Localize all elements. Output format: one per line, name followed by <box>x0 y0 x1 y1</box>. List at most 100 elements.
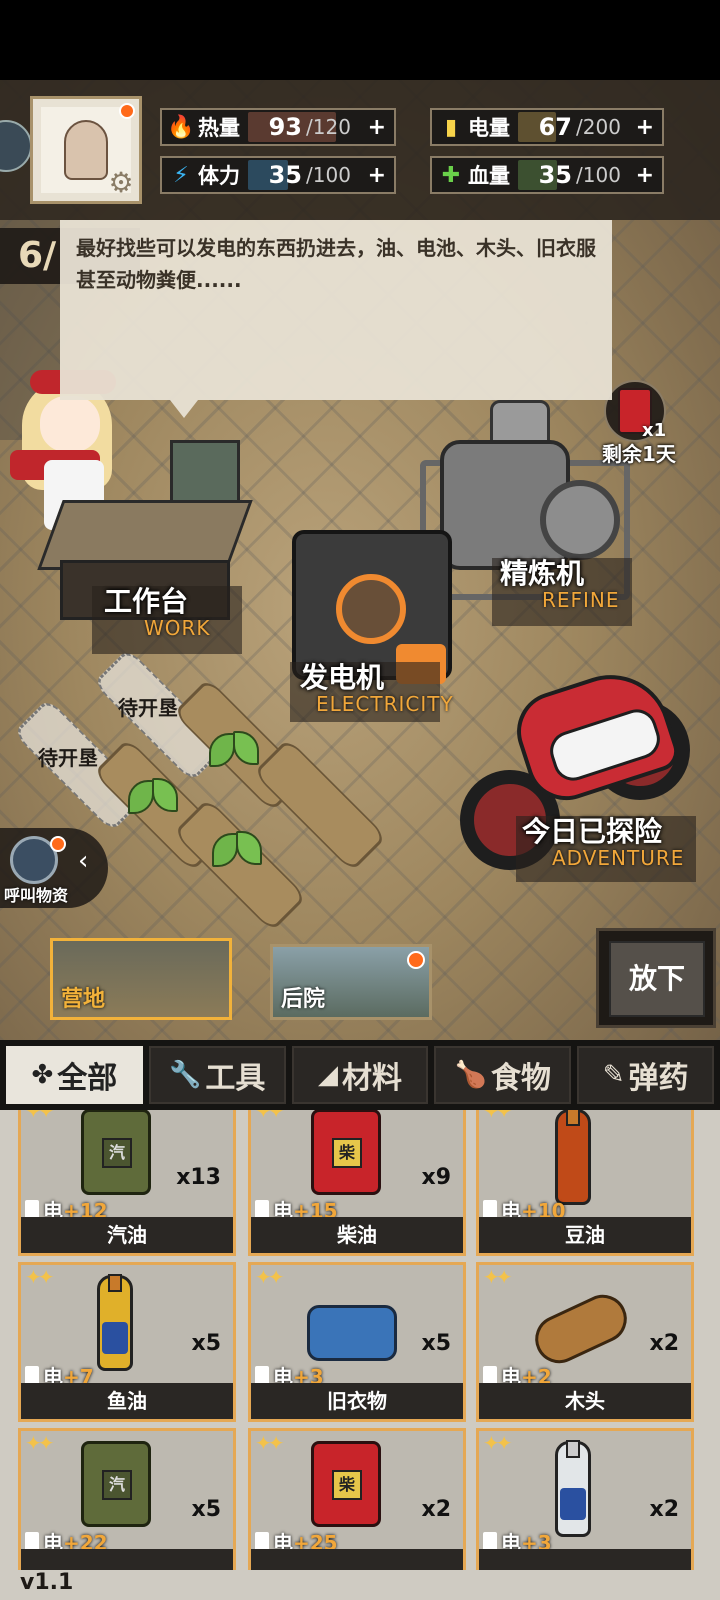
can-label: 柴 <box>332 1470 362 1500</box>
green-jerrycan-icon: 汽 <box>81 1110 151 1195</box>
area-tab-backyard[interactable]: 后院 <box>270 944 432 1020</box>
can-label: 汽 <box>102 1470 132 1500</box>
adventure-label[interactable]: 今日已探险 ADVENTURE <box>522 810 684 870</box>
generator-title: 发电机 <box>300 661 385 694</box>
area-tab-label: 营地 <box>61 987 106 1012</box>
rarity-icon: ✦✦ <box>25 1431 54 1455</box>
rarity-icon: ✦✦ <box>25 1110 54 1123</box>
inventory-item[interactable]: ✦✦ x2 电+3 <box>476 1428 694 1570</box>
rarity-icon: ✦✦ <box>483 1265 512 1289</box>
old-clothes-icon <box>307 1305 397 1361</box>
stamina-stat: ⚡ 体力 35 /100 + <box>160 156 396 194</box>
generator-fan-icon <box>336 574 406 644</box>
area-tab-camp[interactable]: 营地 <box>50 938 232 1020</box>
status-hud: ⚙ 🔥 热量 93 /120 + ▮ 电量 67 /200 + ⚡ 体力 35 … <box>0 80 720 220</box>
tab-tools[interactable]: 🔧 工具 <box>148 1046 286 1104</box>
dialog-tail <box>170 400 198 418</box>
oil-bottle-icon <box>555 1110 591 1205</box>
can-label: 汽 <box>102 1138 132 1168</box>
flame-icon: 🔥 <box>167 114 195 140</box>
item-name: 旧衣物 <box>251 1383 463 1419</box>
locked-plot-label: 待开垦 <box>118 696 178 720</box>
tab-label: 工具 <box>205 1061 266 1096</box>
footer: v1.1 <box>0 1570 720 1600</box>
chat-icon[interactable] <box>0 120 32 172</box>
inventory-item[interactable]: ✦✦ x5 电+7 鱼油 <box>18 1262 236 1422</box>
workbench-label[interactable]: 工作台 WORK <box>104 580 211 640</box>
tab-label: 材料 <box>341 1061 402 1096</box>
inventory-item[interactable]: ✦✦ x5 电+3 旧衣物 <box>248 1262 466 1422</box>
hint-dialog[interactable]: 最好找些可以发电的东西扔进去，油、电池、木头、旧衣服甚至动物粪便...... <box>60 220 612 400</box>
refiner-label[interactable]: 精炼机 REFINE <box>500 552 620 612</box>
inventory-item[interactable]: ✦✦ 柴 x2 电+25 <box>248 1428 466 1570</box>
fish-oil-bottle-icon <box>97 1274 133 1371</box>
put-down-button[interactable]: 放下 <box>596 928 716 1028</box>
version-label: v1.1 <box>20 1570 74 1595</box>
chevron-left-icon: ‹ <box>78 846 89 876</box>
green-jerrycan-icon: 汽 <box>81 1441 151 1527</box>
item-name <box>251 1549 463 1570</box>
item-name: 木头 <box>479 1383 691 1419</box>
item-count: x5 <box>421 1331 452 1356</box>
item-image <box>539 1440 619 1541</box>
inventory-item[interactable]: ✦✦ x2 电+2 木头 <box>476 1262 694 1422</box>
battery-icon: ▮ <box>444 114 458 140</box>
item-count: x9 <box>421 1165 452 1190</box>
generator-label[interactable]: 发电机 ELECTRICITY <box>300 656 454 716</box>
inventory-item[interactable]: ✦✦ 柴 x9 电+15 柴油 <box>248 1110 466 1256</box>
tab-label: 食物 <box>490 1061 551 1096</box>
heat-value: 93 <box>268 113 302 141</box>
rarity-icon: ✦✦ <box>255 1265 284 1289</box>
item-count: x5 <box>191 1497 222 1522</box>
item-name: 鱼油 <box>21 1383 233 1419</box>
item-name: 柴油 <box>251 1217 463 1253</box>
item-count: x5 <box>191 1331 222 1356</box>
sprout-icon <box>124 772 180 816</box>
workbench-title: 工作台 <box>104 585 189 618</box>
rarity-icon: ✦✦ <box>483 1110 512 1123</box>
item-image: 汽 <box>81 1441 161 1541</box>
bullet-icon: ✎ <box>602 1060 625 1090</box>
health-stat: ✚ 血量 35 /100 + <box>430 156 664 194</box>
avatar-face <box>64 120 108 180</box>
inventory-item[interactable]: ✦✦ 汽 x13 电+12 汽油 <box>18 1110 236 1256</box>
tab-all[interactable]: ✤ 全部 <box>6 1046 143 1104</box>
camp-scene: 待开垦 待开垦 工作台 WORK 精炼机 REFINE x1 剩余1天 发电机 … <box>0 80 720 1040</box>
red-jerrycan-icon: 柴 <box>311 1441 381 1527</box>
power-value: 67 <box>538 113 572 141</box>
fuel-status[interactable]: x1 剩余1天 <box>602 380 684 470</box>
health-add-button[interactable]: + <box>636 163 654 188</box>
wrench-icon: 🔧 <box>169 1060 202 1090</box>
call-supplies-button[interactable]: ‹ 呼叫物资 <box>0 828 108 908</box>
notification-dot <box>50 836 66 852</box>
heat-add-button[interactable]: + <box>368 115 386 140</box>
power-add-button[interactable]: + <box>636 115 654 140</box>
item-name: 汽油 <box>21 1217 233 1253</box>
notification-dot <box>119 103 135 119</box>
power-label: 电量 <box>468 116 510 140</box>
locked-plot-label: 待开垦 <box>38 746 98 770</box>
rarity-icon: ✦✦ <box>483 1431 512 1455</box>
tab-materials[interactable]: ◢ 材料 <box>291 1046 429 1104</box>
tab-label: 弹药 <box>628 1061 689 1096</box>
inventory-item[interactable]: ✦✦ 汽 x5 电+22 <box>18 1428 236 1570</box>
stamina-max: /100 <box>306 163 351 187</box>
item-count: x13 <box>176 1165 221 1190</box>
put-down-label: 放下 <box>609 941 705 1017</box>
stamina-add-button[interactable]: + <box>368 163 386 188</box>
can-label: 柴 <box>332 1138 362 1168</box>
inventory-item[interactable]: ✦✦ 电+10 豆油 <box>476 1110 694 1256</box>
gear-icon[interactable]: ⚙ <box>105 167 137 199</box>
player-avatar[interactable]: ⚙ <box>30 96 142 204</box>
tab-food[interactable]: 🍗 食物 <box>434 1046 572 1104</box>
adventure-title: 今日已探险 <box>522 815 663 848</box>
clover-icon: ✤ <box>31 1060 54 1090</box>
fuel-remaining: 剩余1天 <box>602 442 676 466</box>
health-max: /100 <box>576 163 621 187</box>
health-value: 35 <box>538 161 572 189</box>
tab-label: 全部 <box>57 1061 118 1096</box>
refiner-wheel <box>540 480 620 560</box>
tab-ammo[interactable]: ✎ 弹药 <box>577 1046 714 1104</box>
item-count: x2 <box>649 1497 680 1522</box>
item-name: 豆油 <box>479 1217 691 1253</box>
